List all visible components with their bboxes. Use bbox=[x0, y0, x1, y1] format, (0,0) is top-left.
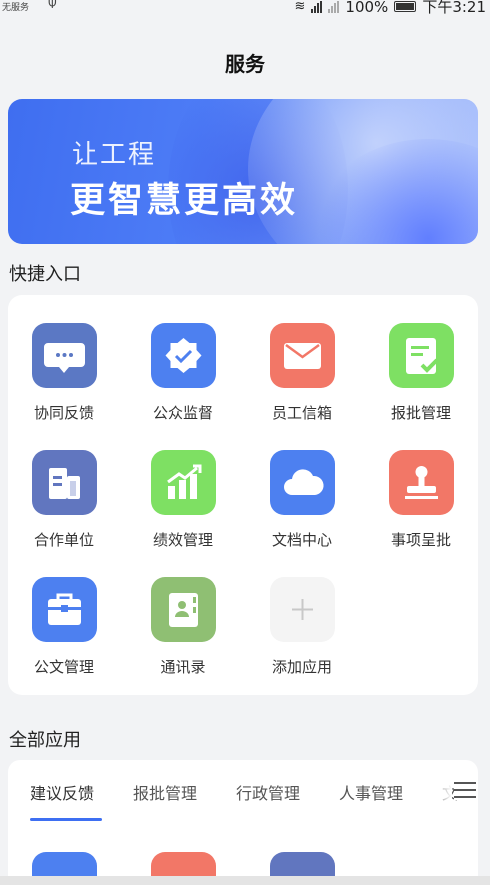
quick-entry-card: 协同反馈 公众监督 员工信箱 报批管理 合作单位 绩效管理 文档中心 事项呈批 … bbox=[8, 295, 478, 695]
approval-doc-icon bbox=[388, 323, 454, 388]
app-gongzhong-jiandu[interactable]: 公众监督 bbox=[133, 323, 233, 423]
app-label: 报批管理 bbox=[390, 404, 451, 422]
app-yuangong-xinxiang[interactable]: 员工信箱 bbox=[252, 323, 352, 423]
app-jixiao-guanli[interactable]: 绩效管理 bbox=[133, 450, 233, 550]
app-label: 添加应用 bbox=[271, 658, 332, 676]
quick-section-title: 快捷入口 bbox=[9, 264, 81, 285]
app-baopi-guanli[interactable]: 报批管理 bbox=[371, 323, 471, 423]
building-icon bbox=[31, 450, 97, 515]
plus-icon bbox=[269, 577, 335, 642]
shield-badge-icon bbox=[150, 323, 216, 388]
all-apps-section-title: 全部应用 bbox=[9, 730, 81, 751]
wifi-icon: ≋ bbox=[294, 0, 306, 14]
tab-baopi-guanli[interactable]: 报批管理 bbox=[133, 780, 197, 804]
app-label: 公众监督 bbox=[152, 404, 213, 422]
app-label: 文档中心 bbox=[271, 531, 332, 549]
app-xietong-fankui[interactable]: 协同反馈 bbox=[14, 323, 114, 423]
mail-icon bbox=[269, 323, 335, 388]
briefcase-icon bbox=[31, 577, 97, 642]
app-label: 协同反馈 bbox=[33, 404, 94, 422]
app-label: 合作单位 bbox=[33, 531, 94, 549]
stamp-icon bbox=[388, 450, 454, 515]
clock-text: 下午3:21 bbox=[422, 0, 486, 16]
app-label: 通讯录 bbox=[160, 658, 206, 676]
chat-bubble-icon bbox=[31, 323, 97, 388]
menu-icon[interactable] bbox=[454, 782, 476, 800]
status-left: 无服务 Ψ bbox=[2, 0, 57, 13]
tab-fade bbox=[428, 774, 452, 804]
banner-line2: 更智慧更高效 bbox=[70, 181, 299, 221]
app-gongwen-guanli[interactable]: 公文管理 bbox=[14, 577, 114, 677]
signal2-icon bbox=[328, 0, 340, 13]
app-label: 事项呈批 bbox=[390, 531, 451, 549]
app-label: 员工信箱 bbox=[271, 404, 332, 422]
app-tongxunlu[interactable]: 通讯录 bbox=[133, 577, 233, 677]
tab-xingzheng-guanli[interactable]: 行政管理 bbox=[236, 780, 300, 804]
banner-line1: 让工程 bbox=[72, 140, 157, 170]
signal-icon bbox=[311, 0, 323, 13]
battery-text: 100% bbox=[345, 0, 389, 16]
contacts-book-icon bbox=[150, 577, 216, 642]
app-hezuo-danwei[interactable]: 合作单位 bbox=[14, 450, 114, 550]
bottom-nav-edge bbox=[0, 876, 490, 885]
tab-renshi-guanli[interactable]: 人事管理 bbox=[339, 780, 403, 804]
app-wendang-zhongxin[interactable]: 文档中心 bbox=[252, 450, 352, 550]
cloud-icon bbox=[269, 450, 335, 515]
status-right: ≋ 100% 下午3:21 bbox=[295, 0, 486, 17]
app-label: 绩效管理 bbox=[152, 531, 213, 549]
status-bar: 无服务 Ψ ≋ 100% 下午3:21 bbox=[0, 0, 490, 20]
app-label: 公文管理 bbox=[33, 658, 94, 676]
active-tab-indicator bbox=[30, 818, 102, 821]
app-shixiang-chengpi[interactable]: 事项呈批 bbox=[371, 450, 471, 550]
all-apps-card: 建议反馈 报批管理 行政管理 人事管理 文 bbox=[8, 760, 478, 885]
chart-up-icon bbox=[150, 450, 216, 515]
battery-icon bbox=[394, 1, 417, 12]
page-title: 服务 bbox=[225, 52, 265, 76]
usb-icon: Ψ bbox=[48, 0, 57, 11]
carrier-text: 无服务 bbox=[2, 3, 30, 13]
tab-jianyi-fankui[interactable]: 建议反馈 bbox=[30, 780, 94, 804]
app-tianjia-yingyong[interactable]: 添加应用 bbox=[252, 577, 352, 677]
